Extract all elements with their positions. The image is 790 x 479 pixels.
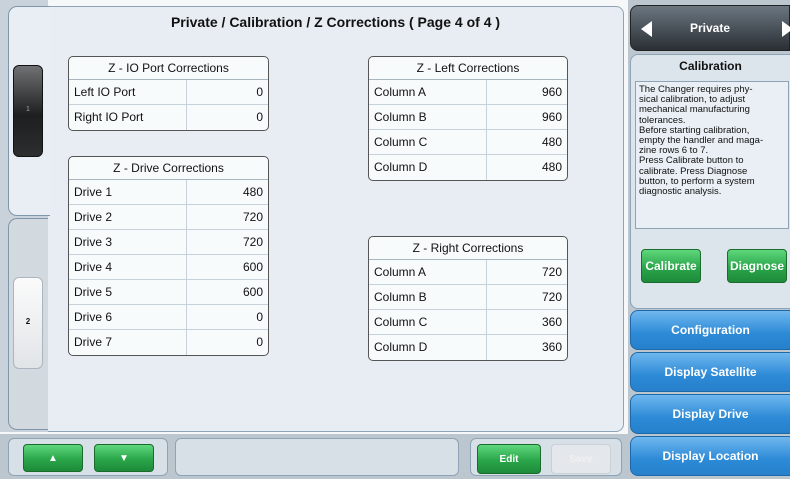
section-selector: Private [630, 5, 790, 51]
box-title: Z - Left Corrections [369, 57, 567, 80]
row-label: Drive 3 [69, 230, 187, 254]
box-title: Z - IO Port Corrections [69, 57, 268, 80]
table-row: Drive 4 600 [69, 255, 268, 280]
edit-button[interactable]: Edit [477, 444, 541, 474]
table-row: Column A 720 [369, 260, 567, 285]
row-value[interactable]: 0 [187, 330, 268, 355]
table-row: Column C 480 [369, 130, 567, 155]
right-sidebar: Private Calibration The Changer requires… [628, 0, 790, 479]
table-row: Right IO Port 0 [69, 105, 268, 130]
table-row: Column B 720 [369, 285, 567, 310]
row-value[interactable]: 0 [187, 80, 268, 104]
row-value[interactable]: 720 [487, 285, 567, 309]
row-label: Column D [369, 155, 487, 180]
row-value[interactable]: 720 [487, 260, 567, 284]
table-row: Column B 960 [369, 105, 567, 130]
calibration-title: Calibration [679, 59, 742, 73]
diagnose-button[interactable]: Diagnose [727, 249, 787, 283]
nav-display-drive-button[interactable]: Display Drive [630, 394, 790, 434]
scroll-button-group: ▲ ▼ [8, 438, 168, 476]
io-port-corrections-box: Z - IO Port Corrections Left IO Port 0 R… [68, 56, 269, 131]
section-title: Private [689, 21, 731, 35]
row-label: Left IO Port [69, 80, 187, 104]
tab-column: 2 1 [0, 0, 50, 432]
table-row: Column C 360 [369, 310, 567, 335]
calibrate-button[interactable]: Calibrate [641, 249, 701, 283]
table-row: Column D 360 [369, 335, 567, 360]
page-tab-1[interactable]: 1 [8, 6, 50, 216]
row-label: Right IO Port [69, 105, 187, 130]
row-value[interactable]: 360 [487, 310, 567, 334]
row-label: Column C [369, 130, 487, 154]
nav-configuration-button[interactable]: Configuration [630, 310, 790, 350]
page-tab-1-label[interactable]: 1 [13, 65, 43, 157]
row-label: Drive 4 [69, 255, 187, 279]
table-row: Drive 1 480 [69, 180, 268, 205]
scroll-down-button[interactable]: ▼ [94, 444, 154, 472]
row-value[interactable]: 360 [487, 335, 567, 360]
row-value[interactable]: 0 [187, 305, 268, 329]
box-title: Z - Drive Corrections [69, 157, 268, 180]
row-label: Column B [369, 285, 487, 309]
row-label: Drive 1 [69, 180, 187, 204]
row-value[interactable]: 960 [487, 105, 567, 129]
table-row: Column D 480 [369, 155, 567, 180]
row-label: Drive 7 [69, 330, 187, 355]
table-row: Left IO Port 0 [69, 80, 268, 105]
row-value[interactable]: 600 [187, 255, 268, 279]
table-row: Drive 70 [69, 330, 268, 355]
status-area [175, 438, 459, 476]
row-value[interactable]: 720 [187, 230, 268, 254]
page-tab-2-label[interactable]: 2 [13, 277, 43, 369]
table-row: Drive 5 600 [69, 280, 268, 305]
table-row: Drive 3 720 [69, 230, 268, 255]
page-tab-2[interactable]: 2 [8, 218, 50, 430]
table-row: Column A 960 [369, 80, 567, 105]
calibration-description: The Changer requires phy- sical calibrat… [635, 81, 789, 229]
next-section-icon[interactable] [782, 21, 790, 37]
row-value[interactable]: 480 [487, 155, 567, 180]
scroll-up-button[interactable]: ▲ [23, 444, 83, 472]
row-label: Drive 2 [69, 205, 187, 229]
save-button[interactable]: Save [551, 444, 611, 474]
bottom-toolbar: ▲ ▼ Edit Save [0, 434, 628, 479]
row-value[interactable]: 720 [187, 205, 268, 229]
page-title: Private / Calibration / Z Corrections ( … [170, 14, 501, 30]
calibration-panel: Calibration The Changer requires phy- si… [630, 54, 790, 309]
edit-button-group: Edit Save [470, 438, 622, 476]
nav-display-satellite-button[interactable]: Display Satellite [630, 352, 790, 392]
row-label: Drive 5 [69, 280, 187, 304]
right-corrections-box: Z - Right Corrections Column A 720 Column… [368, 236, 568, 361]
previous-section-icon[interactable] [641, 21, 652, 37]
table-row: Drive 60 [69, 305, 268, 330]
nav-display-location-button[interactable]: Display Location [630, 436, 790, 476]
left-corrections-box: Z - Left Corrections Column A 960 Column … [368, 56, 568, 181]
main-panel: Private / Calibration / Z Corrections ( … [48, 6, 624, 432]
drive-corrections-box: Z - Drive Corrections Drive 1 480 Drive 2… [68, 156, 269, 356]
row-label: Column C [369, 310, 487, 334]
row-value[interactable]: 0 [187, 105, 268, 130]
row-label: Drive 6 [69, 305, 187, 329]
row-label: Column B [369, 105, 487, 129]
row-value[interactable]: 480 [187, 180, 268, 204]
row-value[interactable]: 960 [487, 80, 567, 104]
row-label: Column A [369, 80, 487, 104]
row-value[interactable]: 480 [487, 130, 567, 154]
row-label: Column A [369, 260, 487, 284]
row-label: Column D [369, 335, 487, 360]
table-row: Drive 2 720 [69, 205, 268, 230]
box-title: Z - Right Corrections [369, 237, 567, 260]
row-value[interactable]: 600 [187, 280, 268, 304]
